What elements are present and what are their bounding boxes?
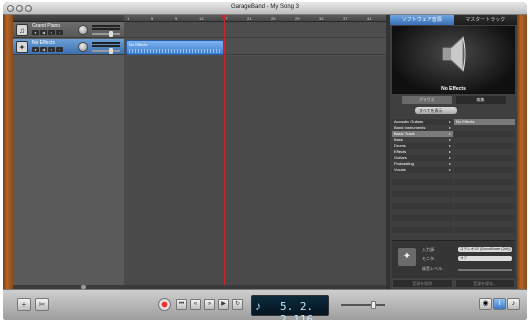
solo-button[interactable]: ◐: [48, 47, 55, 52]
playhead-handle[interactable]: [221, 15, 227, 20]
track-info-panel: ソフトウェア音源 マスタートラック No Effects ブラウズ 編集 すべて…: [390, 15, 517, 289]
left-wood-trim: [3, 15, 13, 320]
track-volume-slider[interactable]: [92, 31, 120, 37]
rewind-icon: «: [193, 301, 198, 307]
ruler-tick-label: 29: [295, 16, 300, 21]
title-bar: GarageBand - My Song 3: [3, 2, 527, 15]
chevron-right-icon: ▸: [448, 167, 451, 172]
tab-edit[interactable]: 編集: [455, 96, 506, 104]
ruler-tick-label: 37: [343, 16, 348, 21]
instrument-image: No Effects: [392, 26, 515, 94]
plus-icon: +: [21, 300, 27, 309]
ruler-tick-label: 41: [367, 16, 372, 21]
record-enable-button[interactable]: ●: [32, 30, 39, 35]
tab-master-track[interactable]: マスタートラック: [453, 15, 517, 25]
save-instrument-button[interactable]: 音源を保存...: [454, 279, 515, 288]
track-header-ruler: [13, 15, 124, 22]
audio-region[interactable]: No Effects: [126, 40, 224, 55]
lock-button[interactable]: ▫: [56, 30, 63, 35]
skip-back-icon: ⏮: [178, 301, 185, 307]
input-source-select[interactable]: ステレオ1/2 (Soundflower (2ch)): [458, 247, 512, 252]
go-to-beginning-button[interactable]: ⏮: [176, 299, 187, 310]
loop-browser-button[interactable]: ◉: [479, 298, 492, 310]
record-enable-button[interactable]: ●: [32, 47, 39, 52]
instrument-name: No Effects: [441, 86, 466, 92]
rewind-button[interactable]: «: [190, 299, 201, 310]
info-icon: i: [498, 300, 501, 307]
empty-arrange-area: [124, 56, 386, 289]
track-header-no-effects[interactable]: ✦ No Effects ● ◀ ◐ ▫: [13, 39, 124, 55]
mute-button[interactable]: ◀: [40, 30, 47, 35]
ruler-tick-label: 33: [319, 16, 324, 21]
track-lane[interactable]: [124, 22, 386, 38]
cycle-button[interactable]: ↻: [232, 299, 243, 310]
music-note-icon: ♪: [255, 299, 261, 313]
ruler-tick-label: 9: [175, 16, 178, 21]
track-settings: ✦ 入力源: ステレオ1/2 (Soundflower (2ch)) モニタ: …: [392, 240, 515, 278]
control-bar: + ✂ ⏮ « » ▶ ↻ ♪ 5. 2. 2.116 ◉ i ♪: [3, 289, 527, 320]
loop-icon: ↻: [234, 301, 241, 307]
input-source-label: 入力源:: [422, 247, 436, 252]
play-button[interactable]: ▶: [218, 299, 229, 310]
solo-button[interactable]: ◐: [48, 30, 55, 35]
level-meter: [92, 28, 120, 30]
show-filter-dropdown[interactable]: すべてを表示: [415, 107, 457, 114]
fast-forward-button[interactable]: »: [204, 299, 215, 310]
empty-track-area: [13, 56, 124, 289]
ruler-tick-label: 1: [127, 16, 130, 21]
track-info-button[interactable]: i: [493, 298, 506, 310]
microphone-icon[interactable]: ✦: [398, 248, 416, 266]
level-meter: [92, 45, 120, 47]
preset-list: No Effects: [454, 119, 515, 237]
region-name: No Effects: [129, 42, 148, 47]
category-list: Acoustic Guitars ▸ Band Instruments ▸ Basi…: [392, 119, 453, 237]
arrange-timeline[interactable]: 1 5 9 13 17 21 25 29 33 37 41 No Effects: [124, 15, 386, 289]
delete-instrument-button[interactable]: 音源を削除: [392, 279, 453, 288]
play-icon: ▶: [221, 301, 226, 307]
track-header-grand-piano[interactable]: ♫ Grand Piano ● ◀ ◐ ▫: [13, 22, 124, 38]
eye-icon: ◉: [482, 300, 489, 307]
tab-browse[interactable]: ブラウズ: [401, 96, 452, 104]
microphone-icon: ✦: [16, 41, 28, 53]
region-waveform: [129, 49, 221, 53]
pan-knob[interactable]: [78, 25, 88, 35]
record-button[interactable]: [158, 298, 171, 311]
ruler-tick-label: 25: [271, 16, 276, 21]
list-item[interactable]: No Effects: [454, 119, 515, 125]
ruler-tick-label: 21: [247, 16, 252, 21]
playhead-position: 5. 2. 2.116: [280, 300, 314, 320]
window-title: GarageBand - My Song 3: [230, 4, 300, 10]
record-level-slider[interactable]: [458, 269, 512, 271]
tab-software-instrument[interactable]: ソフトウェア音源: [390, 15, 454, 25]
pan-knob[interactable]: [78, 42, 88, 52]
level-meter: [92, 25, 120, 27]
monitor-label: モニタ:: [422, 256, 436, 261]
add-track-button[interactable]: +: [17, 298, 31, 311]
track-header-column: ♫ Grand Piano ● ◀ ◐ ▫ ✦ No Effects ● ◀ ◐…: [13, 15, 124, 289]
track-volume-slider[interactable]: [92, 48, 120, 54]
track-name: Grand Piano: [32, 23, 61, 29]
mute-button[interactable]: ◀: [40, 47, 47, 52]
track-name: No Effects: [32, 40, 55, 46]
fast-forward-icon: »: [207, 301, 212, 307]
record-level-label: 録音レベル:: [422, 266, 444, 271]
right-wood-trim: [517, 15, 527, 320]
master-volume-slider[interactable]: [341, 301, 389, 309]
ruler-tick-label: 13: [199, 16, 204, 21]
list-item[interactable]: Vocals ▸: [392, 167, 453, 173]
ruler-tick-label: 5: [151, 16, 154, 21]
track-editor-button[interactable]: ✂: [35, 298, 49, 311]
playhead-line[interactable]: [224, 15, 225, 289]
lock-button[interactable]: ▫: [56, 47, 63, 52]
media-browser-button[interactable]: ♪: [507, 298, 520, 310]
piano-icon: ♫: [16, 24, 28, 36]
garageband-window: GarageBand - My Song 3 ♫ Grand Piano ● ◀…: [3, 2, 527, 320]
speaker-icon: [442, 35, 466, 73]
media-icon: ♪: [511, 300, 516, 307]
level-meter: [92, 42, 120, 44]
scissors-icon: ✂: [38, 300, 46, 309]
lcd-display[interactable]: ♪ 5. 2. 2.116: [251, 295, 329, 320]
monitor-select[interactable]: オフ: [458, 256, 512, 261]
beat-ruler[interactable]: 1 5 9 13 17 21 25 29 33 37 41: [124, 15, 386, 22]
